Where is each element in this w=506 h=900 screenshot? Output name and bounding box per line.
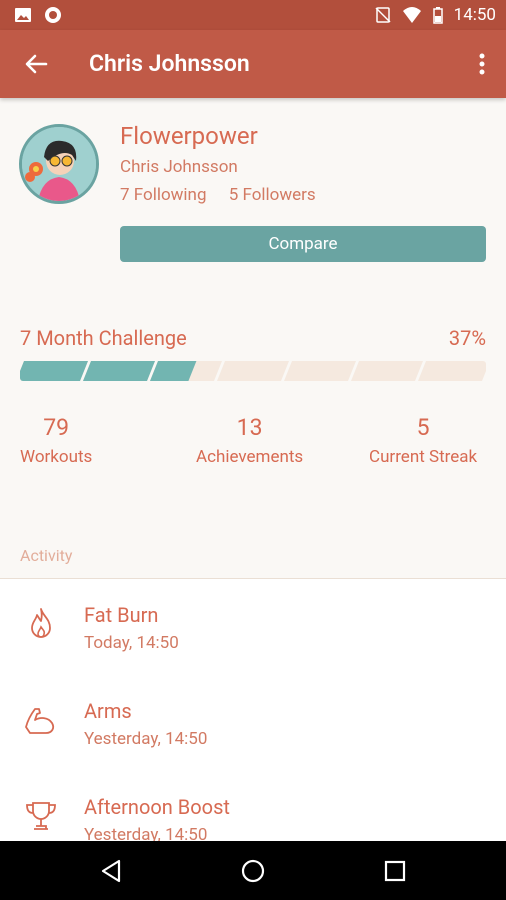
avatar[interactable] <box>19 124 99 204</box>
progress-segment <box>351 361 423 381</box>
progress-segment <box>284 361 356 381</box>
challenge-percent: 37% <box>448 326 486 350</box>
stat-workouts: 79 Workouts <box>20 414 92 467</box>
stat-label: Workouts <box>20 447 93 467</box>
profile-username: Flowerpower <box>120 122 258 150</box>
stat-label: Current Streak <box>369 447 478 467</box>
activity-name: Fat Burn <box>84 603 159 627</box>
app-bar: Chris Johnsson <box>0 30 506 98</box>
stat-current-streak: 5 Current Streak <box>369 414 477 467</box>
progress-segment-fill <box>20 361 88 381</box>
followers-link[interactable]: 5 Followers <box>229 185 316 205</box>
avatar-illustration <box>22 127 96 201</box>
status-bar: 14:50 <box>0 0 506 30</box>
back-arrow-icon[interactable] <box>22 50 50 78</box>
list-item[interactable]: Arms Yesterday, 14:50 <box>0 675 506 771</box>
bicep-icon <box>25 708 55 734</box>
system-nav-bar <box>0 841 506 900</box>
challenge-progress-bar <box>20 361 486 381</box>
profile-real-name: Chris Johnsson <box>120 157 238 177</box>
activity-heading: Activity <box>20 546 73 565</box>
stat-value: 79 <box>43 414 70 441</box>
list-item[interactable]: Fat Burn Today, 14:50 <box>0 579 506 675</box>
progress-segment-fill <box>83 361 155 381</box>
record-notification-icon <box>45 7 61 23</box>
list-item[interactable]: Afternoon Boost Yesterday, 14:50 <box>0 771 506 841</box>
stat-value: 13 <box>236 414 263 441</box>
nav-back-icon[interactable] <box>97 857 125 885</box>
stat-achievements: 13 Achievements <box>196 414 303 467</box>
challenge-title: 7 Month Challenge <box>20 326 187 350</box>
flame-icon <box>31 608 51 638</box>
trophy-icon <box>26 802 56 830</box>
stat-value: 5 <box>416 414 430 441</box>
progress-segment <box>418 361 486 381</box>
following-link[interactable]: 7 Following <box>120 185 207 205</box>
battery-icon <box>432 7 443 24</box>
progress-segment-fill <box>150 361 197 381</box>
status-time: 14:50 <box>453 5 496 25</box>
wifi-icon <box>402 7 421 23</box>
more-options-icon[interactable] <box>478 52 486 76</box>
page-title: Chris Johnsson <box>89 50 250 77</box>
no-signal-icon <box>375 7 391 23</box>
activity-name: Afternoon Boost <box>84 795 230 819</box>
activity-list: Fat Burn Today, 14:50 Arms Yesterday, 14… <box>0 579 506 841</box>
progress-segment <box>217 361 289 381</box>
activity-name: Arms <box>84 699 132 723</box>
activity-time: Yesterday, 14:50 <box>84 825 208 841</box>
follow-counts: 7 Following 5 Followers <box>120 185 334 205</box>
activity-time: Yesterday, 14:50 <box>84 729 208 749</box>
image-notification-icon <box>15 8 31 22</box>
stat-label: Achievements <box>196 447 304 467</box>
nav-recents-icon[interactable] <box>381 857 409 885</box>
nav-home-icon[interactable] <box>239 857 267 885</box>
activity-time: Today, 14:50 <box>84 633 179 653</box>
compare-button[interactable]: Compare <box>120 226 486 262</box>
